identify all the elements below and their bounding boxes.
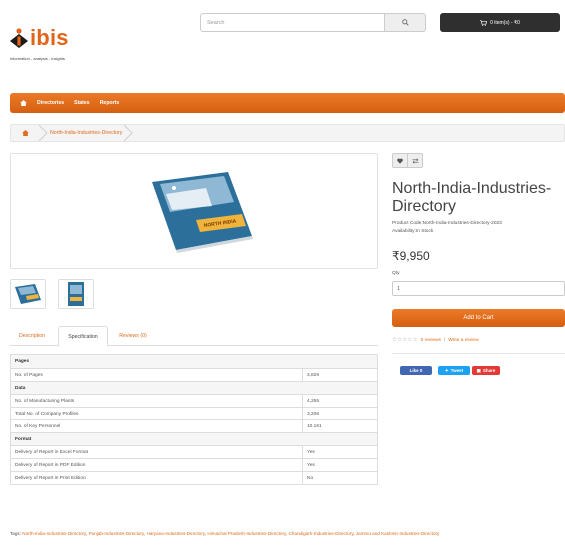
product-main-image[interactable]: NORTH INDIA: [10, 153, 378, 269]
tag-link[interactable]: Haryana-Industries-Directory: [146, 531, 204, 536]
menu-item-states[interactable]: States: [74, 100, 90, 106]
home-icon[interactable]: [20, 100, 27, 106]
twitter-icon: ✦: [444, 367, 449, 373]
specification-table: Pages No. of Pages 3,829 Data No. of Manu…: [10, 354, 378, 485]
write-review-link[interactable]: Write a review: [448, 338, 478, 343]
spec-row: No. of Key Personnel 10,161: [11, 419, 377, 433]
logo-tagline: information - analysis - insights: [10, 56, 65, 61]
search-icon: [401, 19, 409, 26]
ibis-logo[interactable]: ibis information - analysis - insights: [10, 22, 100, 68]
divider: [392, 353, 565, 354]
spec-row: No. of Pages 3,829: [11, 367, 377, 381]
spec-row: Delivery of Report in Print Edition No: [11, 471, 377, 484]
tags-label: Tags:: [10, 531, 21, 536]
tag-link[interactable]: North-India-Industries-Directory: [22, 531, 86, 536]
spec-group-header: Pages: [11, 355, 377, 368]
product-tags: Tags: North-India-Industries-Directory, …: [10, 531, 440, 536]
product-thumbnail[interactable]: [58, 279, 94, 309]
reviews-link[interactable]: 0 reviews: [421, 338, 441, 343]
qty-label: Qty: [392, 271, 400, 276]
add-to-cart-button[interactable]: Add to Cart: [392, 309, 565, 327]
search-button[interactable]: [384, 13, 426, 32]
breadcrumb: North-India-Industries-Directory: [10, 124, 565, 142]
tweet-button[interactable]: ✦ Tweet: [438, 366, 470, 375]
availability-status: In Stock: [415, 229, 434, 234]
heart-icon: [397, 158, 403, 164]
compare-icon: [412, 157, 418, 164]
spec-group-header: Data: [11, 380, 377, 394]
tag-link[interactable]: Jammu and Kashmir-Industries-Directory: [356, 531, 439, 536]
tab-reviews[interactable]: Reviews (0): [110, 326, 156, 346]
menu-item-directories[interactable]: Directories: [37, 100, 64, 106]
share-label: Share: [482, 368, 496, 373]
quantity-input[interactable]: 1: [392, 281, 565, 296]
logo-wordmark: ibis: [30, 25, 69, 50]
menu-item-reports[interactable]: Reports: [100, 100, 120, 106]
book-thumbnail-image: [68, 282, 84, 306]
share-icon: ▣: [476, 367, 481, 373]
book-cover-image: NORTH INDIA: [152, 172, 253, 253]
breadcrumb-separator: [124, 125, 134, 141]
product-title: North-India-Industries-Directory: [392, 180, 552, 215]
spec-row: Delivery of Report in Excel Format Yes: [11, 445, 377, 459]
availability-line: Availability:In Stock: [392, 229, 434, 234]
wishlist-button[interactable]: [392, 153, 408, 168]
product-price: ₹9,950: [392, 249, 430, 263]
cart-icon: [480, 19, 488, 26]
cart-button[interactable]: 0 item(s) - ₹0: [440, 13, 560, 32]
spec-group-header: Format: [11, 432, 377, 446]
tab-specification[interactable]: Specification: [58, 326, 108, 347]
tab-description[interactable]: Description: [10, 326, 54, 346]
breadcrumb-current[interactable]: North-India-Industries-Directory: [48, 130, 124, 136]
like-label: Like 0: [409, 368, 423, 373]
compare-button[interactable]: [407, 153, 423, 168]
facebook-like-button[interactable]: Like 0: [400, 366, 432, 375]
share-button[interactable]: ▣ Share: [472, 366, 500, 375]
cart-label: 0 item(s) - ₹0: [490, 19, 520, 26]
product-code: North-India-Industries-Directory-2023: [422, 221, 502, 226]
product-thumbnail[interactable]: [10, 279, 46, 309]
logo-mark-icon: [10, 28, 28, 48]
breadcrumb-separator: [39, 125, 48, 141]
rating-stars: ☆☆☆☆☆: [392, 337, 418, 343]
main-menu: Directories States Reports: [10, 93, 565, 113]
search-input[interactable]: Search: [200, 13, 385, 32]
spec-row: Delivery of Report in PDF Edition Yes: [11, 458, 377, 472]
spec-row: Total No. of Company Profiles 3,206: [11, 406, 377, 420]
product-rating: ☆☆☆☆☆ 0 reviews / Write a review: [392, 337, 479, 343]
product-code-line: Product Code:North-India-Industries-Dire…: [392, 221, 502, 226]
tweet-label: Tweet: [450, 368, 464, 373]
tag-link[interactable]: Himachal Pradesh-Industries-Directory: [207, 531, 286, 536]
spec-row: No. of Manufacturing Plants 4,255: [11, 393, 377, 407]
tag-link[interactable]: Chandigarh-Industries-Directory: [289, 531, 354, 536]
breadcrumb-home[interactable]: [11, 125, 39, 141]
home-icon: [21, 130, 29, 136]
book-thumbnail-image: [15, 284, 41, 304]
product-tabs: Description Specification Reviews (0): [10, 326, 378, 347]
tag-link[interactable]: Punjab-Industries-Directory: [89, 531, 144, 536]
